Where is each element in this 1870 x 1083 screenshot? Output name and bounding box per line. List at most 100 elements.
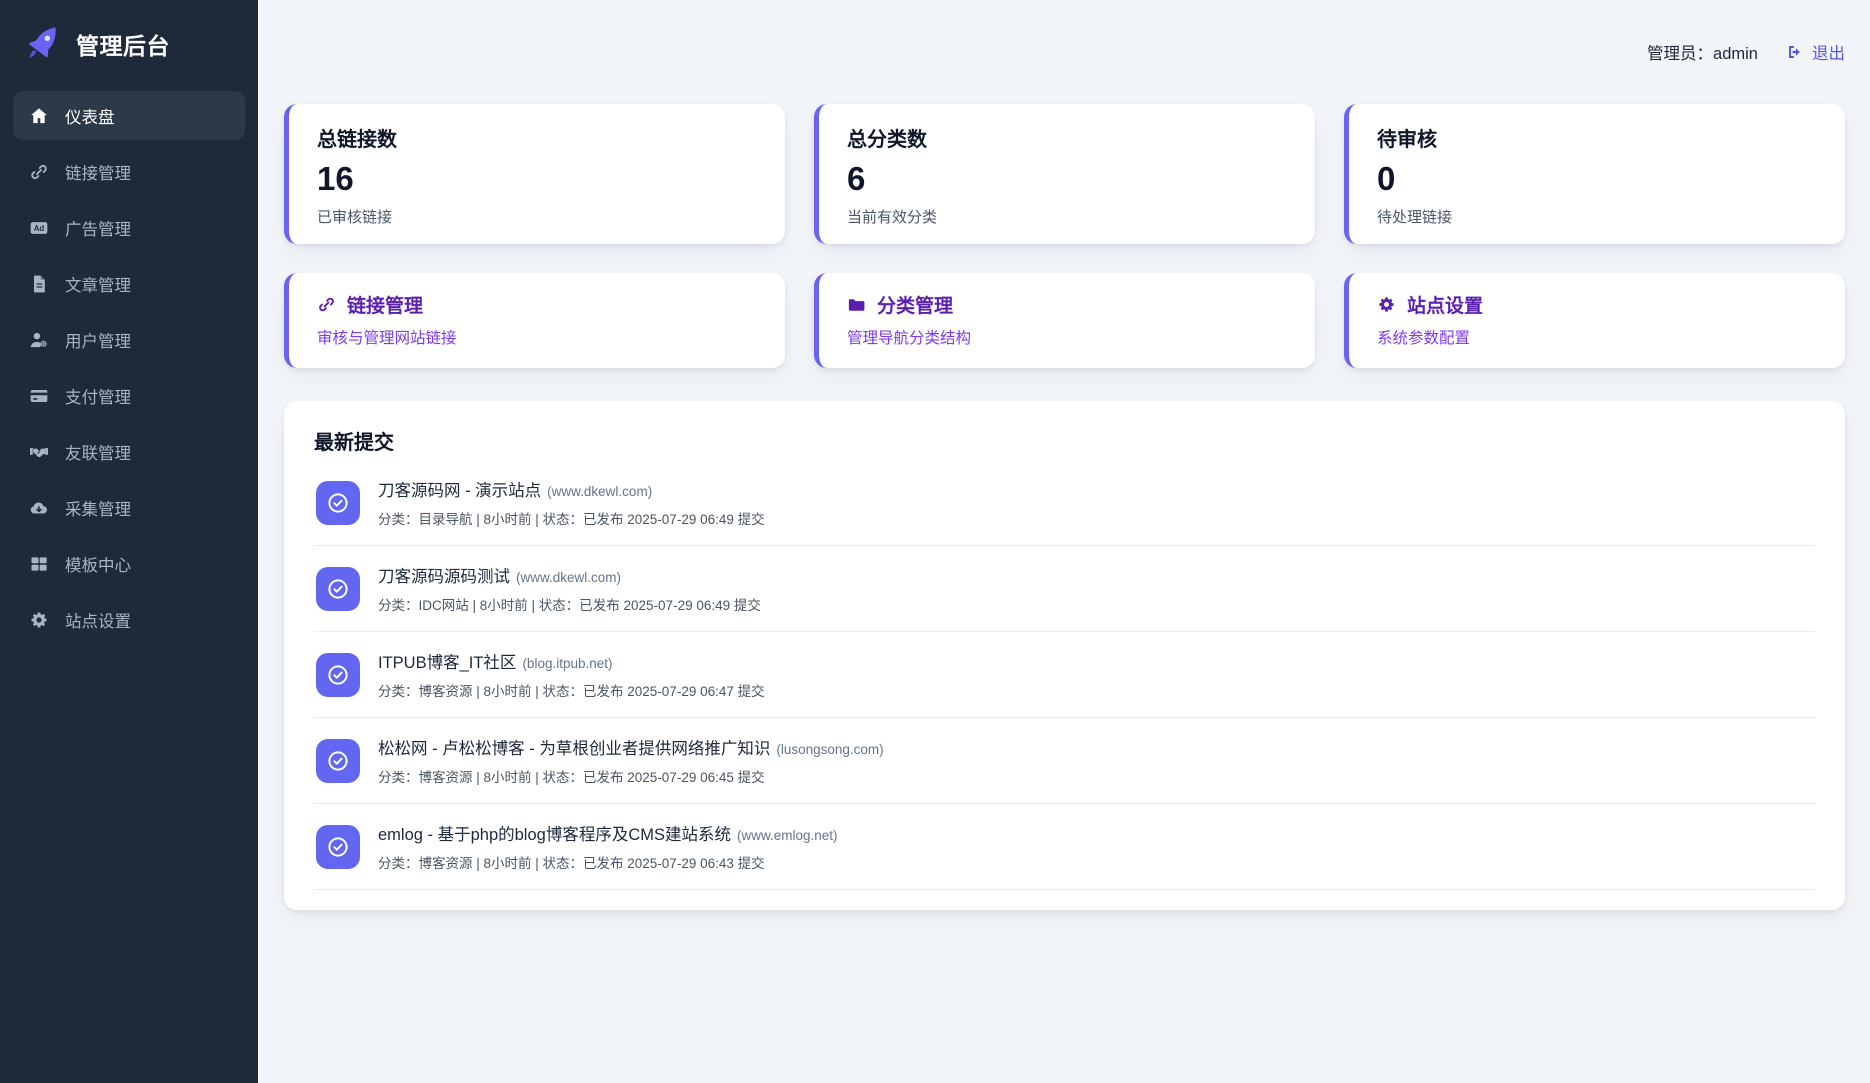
ad-icon: Ad: [28, 217, 50, 239]
site-domain: (www.dkewl.com): [516, 570, 622, 585]
home-icon: [28, 105, 50, 127]
sidebar-item-label: 仪表盘: [65, 108, 115, 127]
stat-card-total-categories: 总分类数 6 当前有效分类: [814, 104, 1315, 244]
site-domain: (lusongsong.com): [776, 742, 884, 757]
sidebar-item-dashboard[interactable]: 仪表盘: [13, 91, 245, 140]
sidebar-item-label: 模板中心: [65, 556, 131, 575]
stat-title: 待审核: [1377, 129, 1437, 151]
action-subtitle: 管理导航分类结构: [847, 330, 972, 347]
action-title: 链接管理: [347, 296, 424, 317]
action-card-category-management[interactable]: 分类管理 管理导航分类结构: [814, 273, 1315, 368]
check-circle-icon: [316, 652, 360, 697]
admin-label: 管理员：: [1647, 45, 1714, 63]
action-card-link-management[interactable]: 链接管理 审核与管理网站链接: [284, 273, 785, 368]
list-item-meta: 分类：博客资源 | 8小时前 | 状态：已发布 2025-07-29 06:43…: [378, 856, 765, 871]
site-title: 松松网 - 卢松松博客 - 为草根创业者提供网络推广知识: [378, 740, 771, 758]
svg-text:Ad: Ad: [34, 224, 45, 233]
action-title-row: 链接管理: [317, 291, 757, 318]
stat-value: 6: [847, 160, 866, 197]
sidebar-item-users[interactable]: 用户管理: [13, 315, 245, 364]
list-item-title-row: emlog - 基于php的blog博客程序及CMS建站系统 (www.emlog…: [378, 821, 838, 845]
site-title: 刀客源码网 - 演示站点: [378, 482, 542, 500]
gear-icon: [1379, 297, 1394, 312]
sidebar-item-payments[interactable]: 支付管理: [13, 371, 245, 420]
action-title-row: 站点设置: [1377, 291, 1817, 318]
list-item-title-row: 松松网 - 卢松松博客 - 为草根创业者提供网络推广知识 (lusongsong.…: [378, 735, 884, 759]
admin-name: admin: [1713, 45, 1758, 63]
stat-value: 0: [1377, 160, 1396, 197]
list-item-meta: 分类：博客资源 | 8小时前 | 状态：已发布 2025-07-29 06:45…: [378, 770, 765, 785]
cloud-download-icon: [28, 497, 50, 519]
check-circle-icon: [316, 566, 360, 611]
list-item-title-row: ITPUB博客_IT社区 (blog.itpub.net): [378, 649, 765, 673]
link-icon: [28, 161, 50, 183]
sidebar-item-label: 友联管理: [65, 444, 131, 463]
list-item: emlog - 基于php的blog博客程序及CMS建站系统 (www.emlog…: [314, 804, 1815, 890]
action-title-row: 分类管理: [847, 291, 1287, 318]
action-subtitle: 审核与管理网站链接: [317, 330, 457, 347]
sidebar: 管理后台 仪表盘 链接管理 Ad 广告管理 文章管理 用户管理 支付管理 友联管…: [0, 0, 258, 1083]
stat-subtitle: 当前有效分类: [847, 209, 938, 227]
sidebar-item-label: 支付管理: [65, 388, 131, 407]
stat-subtitle: 已审核链接: [317, 209, 393, 227]
action-title: 站点设置: [1407, 296, 1484, 317]
site-title: ITPUB博客_IT社区: [378, 654, 517, 672]
sidebar-item-label: 文章管理: [65, 276, 131, 295]
app-logo: 管理后台: [0, 0, 258, 91]
sidebar-item-label: 用户管理: [65, 332, 131, 351]
main-content: 管理员：admin 退出 总链接数 16 已审核链接 总分类数 6 当前有效分类…: [258, 0, 1870, 1083]
logout-button[interactable]: 退出: [1786, 40, 1845, 64]
check-circle-icon: [316, 480, 360, 525]
quick-actions-row: 链接管理 审核与管理网站链接 分类管理 管理导航分类结构 站点设置 系统参数配置: [284, 273, 1845, 368]
credit-card-icon: [28, 385, 50, 407]
sidebar-item-collect[interactable]: 采集管理: [13, 483, 245, 532]
check-circle-icon: [316, 824, 360, 869]
link-icon: [319, 297, 334, 312]
handshake-icon: [28, 441, 50, 463]
sidebar-item-label: 站点设置: [65, 612, 131, 631]
list-item-body: emlog - 基于php的blog博客程序及CMS建站系统 (www.emlog…: [378, 821, 838, 872]
check-circle-icon: [316, 738, 360, 783]
sidebar-item-templates[interactable]: 模板中心: [13, 539, 245, 588]
site-title: 刀客源码源码测试: [378, 568, 510, 586]
list-item-meta: 分类：目录导航 | 8小时前 | 状态：已发布 2025-07-29 06:49…: [378, 512, 765, 527]
folder-icon: [848, 299, 865, 311]
logout-label: 退出: [1812, 45, 1845, 63]
app-title: 管理后台: [76, 33, 170, 59]
recent-submissions-title: 最新提交: [314, 432, 394, 454]
site-domain: (www.dkewl.com): [547, 484, 653, 499]
list-item: 松松网 - 卢松松博客 - 为草根创业者提供网络推广知识 (lusongsong.…: [314, 718, 1815, 804]
list-item-meta: 分类：博客资源 | 8小时前 | 状态：已发布 2025-07-29 06:47…: [378, 684, 765, 699]
list-item-body: 松松网 - 卢松松博客 - 为草根创业者提供网络推广知识 (lusongsong.…: [378, 735, 884, 786]
list-item: 刀客源码网 - 演示站点 (www.dkewl.com) 分类：目录导航 | 8小…: [314, 460, 1815, 546]
sidebar-nav: 仪表盘 链接管理 Ad 广告管理 文章管理 用户管理 支付管理 友联管理 采集管…: [0, 91, 258, 651]
sign-out-icon: [1789, 46, 1800, 58]
rocket-icon: [24, 25, 62, 63]
sidebar-item-site-settings[interactable]: 站点设置: [13, 595, 245, 644]
list-item-body: ITPUB博客_IT社区 (blog.itpub.net) 分类：博客资源 | 8…: [378, 649, 765, 700]
site-domain: (www.emlog.net): [737, 828, 838, 843]
stat-subtitle: 待处理链接: [1377, 209, 1453, 227]
stat-title: 总链接数: [317, 129, 397, 151]
site-domain: (blog.itpub.net): [522, 656, 613, 671]
list-item-title-row: 刀客源码源码测试 (www.dkewl.com): [378, 563, 761, 587]
list-item-title-row: 刀客源码网 - 演示站点 (www.dkewl.com): [378, 477, 765, 501]
action-subtitle: 系统参数配置: [1377, 330, 1471, 347]
sidebar-item-ads[interactable]: Ad 广告管理: [13, 203, 245, 252]
topbar: 管理员：admin 退出: [284, 0, 1845, 104]
list-item-body: 刀客源码网 - 演示站点 (www.dkewl.com) 分类：目录导航 | 8小…: [378, 477, 765, 528]
action-card-site-settings[interactable]: 站点设置 系统参数配置: [1344, 273, 1845, 368]
sidebar-item-links[interactable]: 链接管理: [13, 147, 245, 196]
sidebar-item-label: 链接管理: [65, 164, 131, 183]
admin-user-text: 管理员：admin: [1647, 40, 1758, 64]
stat-title: 总分类数: [847, 129, 927, 151]
stat-card-total-links: 总链接数 16 已审核链接: [284, 104, 785, 244]
gear-icon: [28, 609, 50, 631]
sidebar-item-articles[interactable]: 文章管理: [13, 259, 245, 308]
stats-row: 总链接数 16 已审核链接 总分类数 6 当前有效分类 待审核 0 待处理链接: [284, 104, 1845, 244]
list-item-meta: 分类：IDC网站 | 8小时前 | 状态：已发布 2025-07-29 06:4…: [378, 598, 761, 613]
stat-value: 16: [317, 160, 354, 197]
sidebar-item-label: 广告管理: [65, 220, 131, 239]
action-title: 分类管理: [877, 296, 954, 317]
sidebar-item-friend-links[interactable]: 友联管理: [13, 427, 245, 476]
